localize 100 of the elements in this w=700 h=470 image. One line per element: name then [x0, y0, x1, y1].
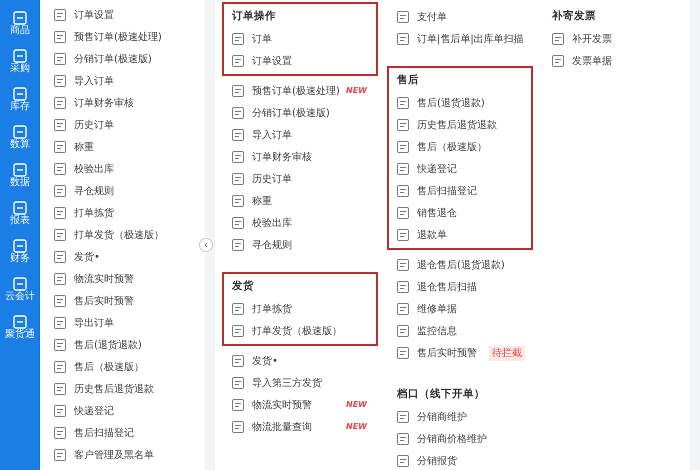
menu-item[interactable]: 售后（极速版） [54, 356, 205, 378]
menu-item[interactable]: 销售退仓 [397, 202, 525, 224]
menu-item[interactable]: 物流实时预警 NEW [232, 394, 370, 416]
menu-item[interactable]: 物流实时预警 [54, 268, 205, 290]
sidebar-item[interactable]: 云会计 [5, 270, 35, 308]
document-icon [54, 97, 66, 109]
document-icon [397, 411, 409, 423]
document-icon [54, 207, 66, 219]
menu-item[interactable]: 快递登记 [397, 158, 525, 180]
menu-item[interactable]: 发票单据 [552, 50, 680, 72]
menu-item[interactable]: 售后实时预警 [54, 290, 205, 312]
menu-item[interactable]: 售后实时预警 待拦截 [397, 342, 525, 364]
document-icon [232, 173, 244, 185]
menu-item[interactable]: 预售订单(极速处理) [54, 26, 205, 48]
document-icon [397, 347, 409, 359]
menu-item[interactable]: 导出订单 [54, 312, 205, 334]
menu-item[interactable]: 分销商价格维护 [397, 428, 525, 450]
menu-item[interactable]: 售后扫描登记 [54, 422, 205, 444]
document-icon [397, 455, 409, 467]
menu-item[interactable]: 导入第三方发货 [232, 372, 370, 394]
section-title: 售后 [397, 73, 419, 88]
menu-item[interactable]: 历史售后退货退款 [54, 378, 205, 400]
menu-item[interactable]: 导入订单 [232, 124, 370, 146]
menu-item[interactable]: 称重 [54, 136, 205, 158]
sidebar-item[interactable]: 库存 [10, 80, 30, 118]
menu-item[interactable]: 历史订单 [54, 114, 205, 136]
menu-item[interactable]: 订单财务审核 [232, 146, 370, 168]
menu-item[interactable]: 历史售后退货退款 [397, 114, 525, 136]
document-icon [397, 33, 409, 45]
document-icon [232, 377, 244, 389]
sidebar-item[interactable]: 数据 [10, 156, 30, 194]
menu-item[interactable]: 分销订单(极速版) [232, 102, 370, 124]
document-icon [232, 151, 244, 163]
menu-item[interactable]: 分销报货 [397, 450, 525, 470]
document-icon [232, 355, 244, 367]
document-icon [397, 281, 409, 293]
document-icon [232, 239, 244, 251]
menu-item[interactable]: 监控信息 [397, 320, 525, 342]
document-icon [552, 55, 564, 67]
document-icon [54, 75, 66, 87]
menu-item[interactable]: 订单设置 [232, 50, 370, 72]
sidebar-item[interactable]: 数算 [10, 118, 30, 156]
document-icon [232, 129, 244, 141]
menu-item[interactable]: 打单拣货 [232, 298, 370, 320]
document-icon [54, 339, 66, 351]
document-icon [54, 31, 66, 43]
menu-item[interactable]: 退款单 [397, 224, 525, 246]
menu-item[interactable]: 快递登记 [54, 400, 205, 422]
collapse-button[interactable]: ‹ [199, 238, 213, 252]
tile-icon [13, 238, 27, 252]
menu-item[interactable]: 售后(退货退款) [397, 92, 525, 114]
tile-icon [13, 276, 27, 290]
menu-item[interactable]: 导入订单 [54, 70, 205, 92]
menu-item[interactable]: 售后扫描登记 [397, 180, 525, 202]
menu-item[interactable]: 退仓售后扫描 [397, 276, 525, 298]
menu-item[interactable]: 预售订单(极速处理) NEW [232, 80, 370, 102]
menu-item[interactable]: 称重 [232, 190, 370, 212]
document-icon [397, 259, 409, 271]
document-icon [54, 119, 66, 131]
menu-item[interactable]: 订单财务审核 [54, 92, 205, 114]
document-icon [552, 33, 564, 45]
sidebar-item[interactable]: 财务 [10, 232, 30, 270]
sidebar-item[interactable]: 商品 [10, 4, 30, 42]
menu-item[interactable]: 寻仓规则 [232, 234, 370, 256]
tile-icon [13, 48, 27, 62]
document-icon [232, 421, 244, 433]
menu-item[interactable]: 分销订单(极速版) [54, 48, 205, 70]
menu-item[interactable]: 客户管理及黑名单 [54, 444, 205, 466]
menu-item[interactable]: 订单 [232, 28, 370, 50]
menu-item[interactable]: 校验出库 [232, 212, 370, 234]
document-icon [397, 97, 409, 109]
menu-item[interactable]: 打单发货（极速版） [232, 320, 370, 342]
menu-item[interactable]: 校验出库 [54, 158, 205, 180]
sidebar-item[interactable]: 采购 [10, 42, 30, 80]
menu-item[interactable]: 补开发票 [552, 28, 680, 50]
menu-item[interactable]: 售后(退货退款) [54, 334, 205, 356]
menu-item[interactable]: 订单|售后单|出库单扫描 [397, 28, 525, 50]
menu-item[interactable]: 售后（极速版） [397, 136, 525, 158]
menu-item[interactable]: 支付单 [397, 6, 525, 28]
sidebar-item[interactable]: 报表 [10, 194, 30, 232]
document-icon [54, 9, 66, 21]
menu-item[interactable]: 打单拣货 [54, 202, 205, 224]
document-icon [54, 295, 66, 307]
sidebar-item[interactable]: 聚货通 [5, 308, 35, 346]
document-icon [397, 163, 409, 175]
badge-label: 待拦截 [489, 346, 525, 360]
menu-item[interactable]: 历史订单 [232, 168, 370, 190]
document-icon [232, 399, 244, 411]
menu-item[interactable]: 物流批量查询 NEW [232, 416, 370, 438]
badge-label: NEW [345, 421, 368, 433]
section-title: 档口（线下开单） [397, 387, 485, 402]
menu-item[interactable]: 分销商维护 [397, 406, 525, 428]
document-icon [397, 325, 409, 337]
menu-item[interactable]: 寻仓规则 [54, 180, 205, 202]
menu-item[interactable]: 退仓售后(退货退款) [397, 254, 525, 276]
menu-item[interactable]: 订单设置 [54, 4, 205, 26]
tile-icon [13, 162, 27, 176]
menu-item[interactable]: 发货• [232, 350, 370, 372]
document-icon [54, 317, 66, 329]
menu-item[interactable]: 维修单据 [397, 298, 525, 320]
